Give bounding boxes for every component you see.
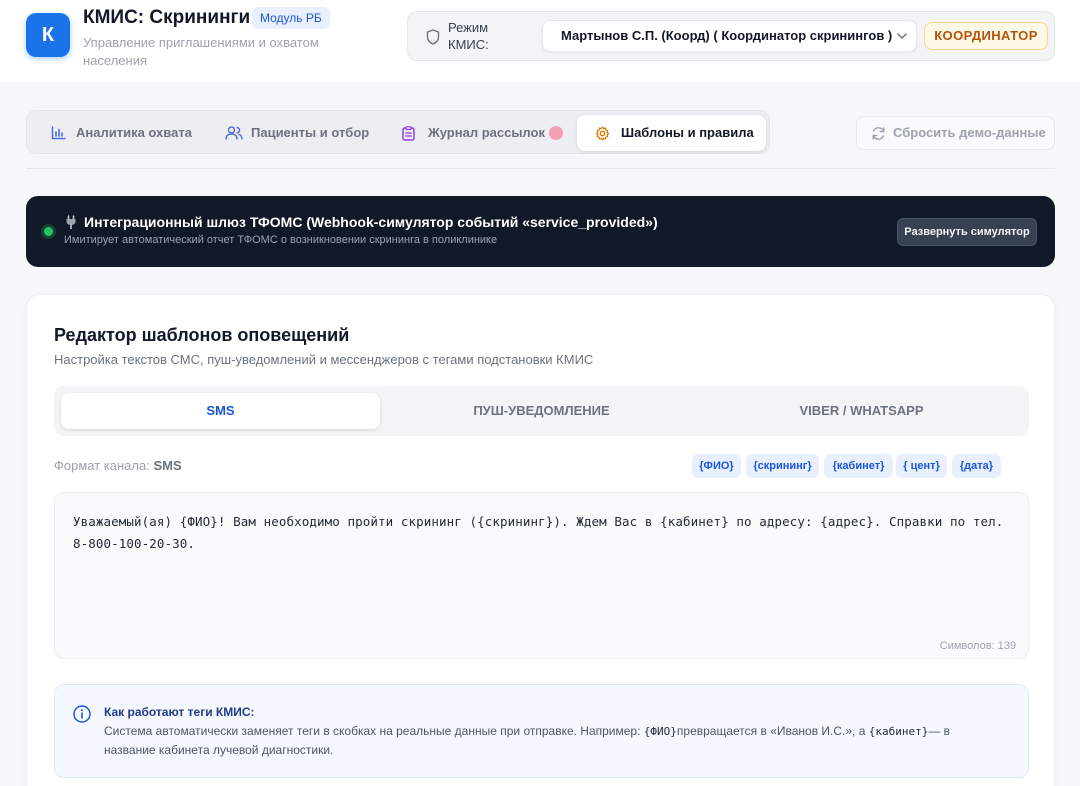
tags-info-box: Как работают теги КМИС: Система автомати…: [54, 684, 1029, 778]
info-text: Система автоматически заменяет теги в ск…: [104, 722, 1004, 760]
info-icon: [73, 705, 91, 723]
channel-tab-push[interactable]: ПУШ-УВЕДОМЛЕНИЕ: [382, 393, 701, 429]
card-title: Редактор шаблонов оповещений: [54, 325, 350, 345]
notification-dot: [549, 126, 563, 140]
template-textarea[interactable]: Уважаемый(ая) {ФИО}! Вам необходимо прой…: [54, 492, 1029, 659]
users-icon: [225, 126, 243, 140]
gateway-title: Интеграционный шлюз ТФОМС (Webhook-симул…: [84, 214, 658, 230]
tab-mailing-log-label: Журнал рассылок: [428, 125, 545, 140]
tag-fio[interactable]: {ФИО}: [692, 454, 741, 478]
tab-templates[interactable]: Шаблоны и правила: [577, 115, 766, 151]
channel-tab-viber[interactable]: VIBER / WHATSAPP: [702, 393, 1021, 429]
refresh-icon: [872, 127, 885, 140]
app-logo: К: [26, 13, 70, 57]
user-select-value: Мартынов С.П. (Коорд) ( Координатор скри…: [561, 28, 893, 43]
main-tabs: Аналитика охвата Пациенты и отбор Журнал…: [26, 110, 770, 154]
channel-format-value: SMS: [153, 458, 182, 473]
app-header: К КМИС: Скрининги Модуль РБ Управление п…: [0, 0, 1080, 82]
expand-simulator-button[interactable]: Развернуть симулятор: [897, 218, 1037, 246]
tag-center[interactable]: { цент}: [896, 454, 947, 478]
template-text: Уважаемый(ая) {ФИО}! Вам необходимо прой…: [73, 514, 1004, 551]
divider: [26, 168, 1055, 169]
tab-mailing-log[interactable]: Журнал рассылок: [387, 115, 573, 151]
tag-cabinet[interactable]: {кабинет}: [824, 454, 893, 478]
char-counter: Символов: 139: [939, 640, 1016, 652]
tab-patients[interactable]: Пациенты и отбор: [211, 115, 379, 151]
tag-date[interactable]: {дата}: [952, 454, 1001, 478]
role-badge: КООРДИНАТОР: [924, 22, 1048, 50]
tag-screening[interactable]: {скрининг}: [746, 454, 819, 478]
gear-icon: [595, 126, 610, 141]
channel-tabs: SMS ПУШ-УВЕДОМЛЕНИЕ VIBER / WHATSAPP: [54, 386, 1029, 436]
info-tag-cabinet: {кабинет}: [868, 725, 929, 738]
channel-format: Формат канала: SMS: [54, 458, 182, 473]
status-dot: [44, 227, 53, 236]
clipboard-icon: [402, 126, 415, 141]
plug-icon: [66, 215, 76, 229]
tfoms-gateway-banner: Интеграционный шлюз ТФОМС (Webhook-симул…: [26, 196, 1055, 267]
template-editor-card: Редактор шаблонов оповещений Настройка т…: [26, 294, 1055, 786]
info-tag-fio: {ФИО}: [643, 725, 677, 738]
tab-patients-label: Пациенты и отбор: [251, 125, 370, 140]
info-text-part: Система автоматически заменяет теги в ск…: [104, 724, 644, 738]
mode-selector-panel: Режим КМИС: Мартынов С.П. (Коорд) ( Коор…: [407, 11, 1055, 61]
info-text-part: превращается в «Иванов И.С.», а: [676, 724, 869, 738]
tab-templates-label: Шаблоны и правила: [621, 125, 754, 140]
module-badge: Модуль РБ: [252, 7, 330, 29]
channel-format-label: Формат канала:: [54, 458, 150, 473]
channel-tab-sms[interactable]: SMS: [61, 393, 380, 429]
tab-analytics-label: Аналитика охвата: [76, 125, 192, 140]
reset-demo-button[interactable]: Сбросить демо-данные: [856, 116, 1055, 150]
app-subtitle: Управление приглашениями и охватом насел…: [83, 35, 319, 68]
card-subtitle: Настройка текстов СМС, пуш-уведомлений и…: [54, 352, 594, 367]
info-title: Как работают теги КМИС:: [104, 705, 255, 719]
app-title: КМИС: Скрининги: [83, 7, 251, 28]
chevron-down-icon: [897, 33, 907, 39]
user-select[interactable]: Мартынов С.П. (Коорд) ( Координатор скри…: [542, 20, 917, 52]
bar-chart-icon: [51, 126, 66, 140]
tab-analytics[interactable]: Аналитика охвата: [35, 115, 205, 151]
shield-icon: [426, 29, 440, 45]
reset-demo-label: Сбросить демо-данные: [893, 125, 1046, 140]
gateway-subtitle: Имитирует автоматический отчет ТФОМС о в…: [64, 234, 498, 246]
mode-label: Режим КМИС:: [448, 20, 489, 52]
